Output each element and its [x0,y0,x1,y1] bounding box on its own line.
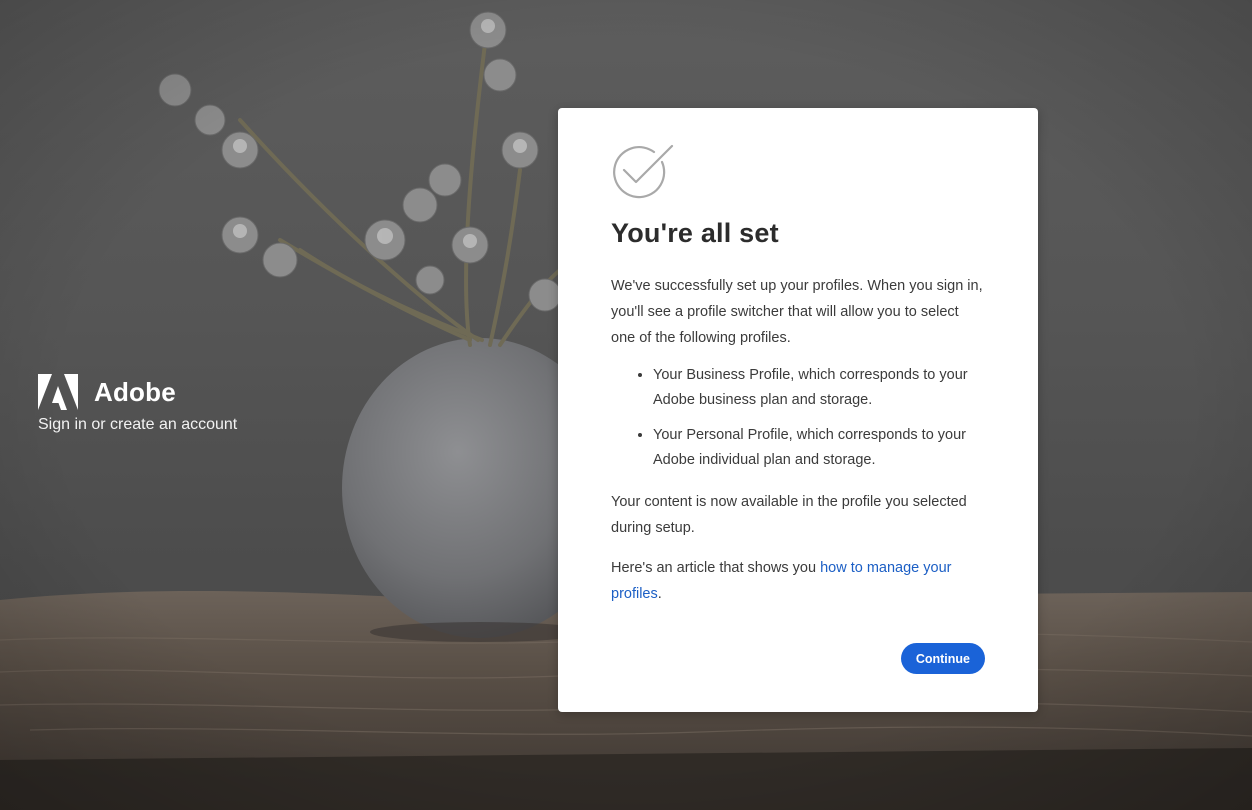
confirmation-card: You're all set We've successfully set up… [558,108,1038,712]
list-item-personal-profile: Your Personal Profile, which corresponds… [653,423,985,473]
intro-text: We've successfully set up your profiles.… [611,278,983,346]
profile-list: Your Business Profile, which corresponds… [611,363,985,473]
content-note: Your content is now available in the pro… [611,494,967,536]
list-item-business-profile: Your Business Profile, which corresponds… [653,363,985,413]
article-text: Here's an article that shows you how to … [611,555,985,607]
brand-row: Adobe [38,374,237,410]
continue-button[interactable]: Continue [900,643,985,674]
brand-name: Adobe [94,376,176,407]
brand-subtitle: Sign in or create an account [38,416,238,433]
card-title: You're all set [611,218,779,248]
adobe-logo-icon [38,374,78,410]
checkmark-circle-icon [613,144,674,199]
article-suffix: . [657,586,662,602]
brand-block: Adobe Sign in or create an account [38,374,237,434]
article-prefix: Here's an article that shows you [611,560,821,576]
button-row: Continue [900,643,985,674]
signin-page: Adobe Sign in or create an account You'r… [0,0,1252,810]
